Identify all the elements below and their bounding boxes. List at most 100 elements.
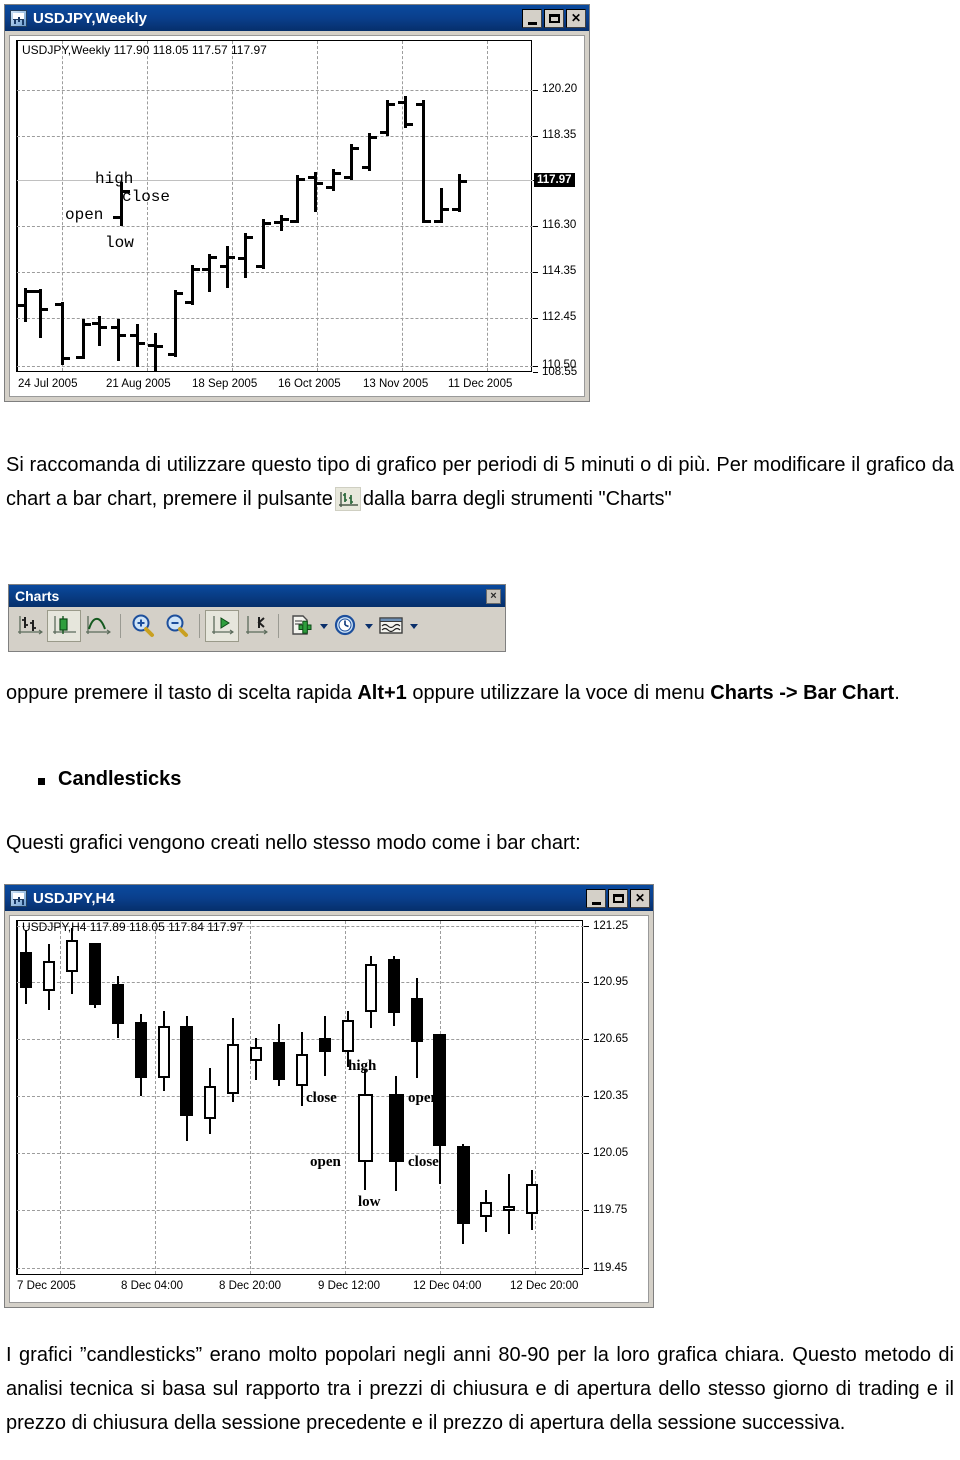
charts-toolbar-titlebar[interactable]: Charts × <box>9 585 505 607</box>
ohlc-bar-open <box>76 356 83 359</box>
ytick-label: 119.45 <box>593 1262 628 1274</box>
paragraph-shortcut: oppure premere il tasto di scelta rapida… <box>6 676 954 710</box>
maximize-button[interactable] <box>544 8 564 28</box>
zoom-out-button[interactable] <box>160 610 194 642</box>
candle-body <box>526 1184 538 1214</box>
auto-scroll-button[interactable] <box>205 610 239 642</box>
ohlc-bar-stem <box>440 188 443 223</box>
ohlc-bar-close <box>424 220 431 223</box>
maximize-button[interactable] <box>608 888 628 908</box>
ohlc-bar-close <box>264 222 271 225</box>
ohlc-bar-stem <box>61 302 64 365</box>
periods-button[interactable] <box>329 610 363 642</box>
candle-body <box>457 1146 470 1224</box>
candlesticks-button[interactable] <box>47 610 81 642</box>
annotation-high: high <box>348 1058 377 1074</box>
candle-body <box>342 1020 354 1052</box>
close-button[interactable]: ✕ <box>630 888 650 908</box>
ohlc-bar-close <box>388 103 395 106</box>
bar-chart-body: USDJPY,Weekly 117.90 118.05 117.57 117.9… <box>5 31 589 401</box>
line-chart-button[interactable] <box>81 610 115 642</box>
xtick-label: 9 Dec 12:00 <box>318 1280 381 1292</box>
candle-chart-body: USDJPY,H4 117.89 118.05 117.84 117.97 12… <box>5 911 653 1307</box>
annotation-low: low <box>105 234 134 252</box>
gridline-v <box>535 921 536 1274</box>
ytick-label: 120.05 <box>593 1147 629 1159</box>
example-candle-up-body <box>358 1094 373 1162</box>
ohlc-bar-open <box>344 176 351 179</box>
paragraph-candlesticks-description: I grafici ”candlesticks” erano molto pop… <box>6 1344 954 1434</box>
annotation-close-right: close <box>408 1154 439 1170</box>
gridline-h <box>17 90 533 91</box>
templates-button[interactable] <box>374 610 408 642</box>
ohlc-bar-open <box>220 265 227 268</box>
gridline-h <box>17 272 533 273</box>
ytick-mark <box>584 982 589 983</box>
candle-chart-canvas[interactable]: USDJPY,H4 117.89 118.05 117.84 117.97 12… <box>9 915 649 1303</box>
gridline-h <box>17 1210 584 1211</box>
candle-chart-window-title: USDJPY,H4 <box>33 889 115 907</box>
bar-chart-titlebar[interactable]: USDJPY,Weekly ✕ <box>5 5 589 31</box>
xtick-label: 16 Oct 2005 <box>278 378 341 390</box>
candle-body <box>43 961 55 991</box>
ytick-label: 112.45 <box>542 311 577 323</box>
ytick-label: 120.20 <box>542 83 578 95</box>
candle-chart-window: USDJPY,H4 ✕ USDJPY,H4 117.89 118.05 117.… <box>4 884 654 1308</box>
bar-chart-ohlc-header: USDJPY,Weekly 117.90 118.05 117.57 117.9… <box>22 43 267 57</box>
ohlc-bar-open <box>55 303 62 306</box>
periods-dropdown-arrow-icon[interactable] <box>363 611 374 641</box>
toolbar-separator <box>120 614 121 638</box>
ohlc-bar-stem <box>422 100 425 223</box>
annotation-open-right: open <box>408 1090 439 1106</box>
gridline-v <box>250 921 251 1274</box>
ytick-label: 108.55 <box>542 366 578 378</box>
charts-toolbar-window: Charts × <box>8 584 506 652</box>
zoom-in-button[interactable] <box>126 610 160 642</box>
mt4-chart-icon <box>10 9 27 27</box>
paragraph-1-text-b: dalla barra degli strumenti "Charts" <box>362 488 672 510</box>
ohlc-bar-close <box>352 147 359 150</box>
xtick-label: 21 Aug 2005 <box>106 378 171 390</box>
ohlc-bar-open <box>274 221 281 224</box>
ohlc-bar-open <box>148 344 155 347</box>
paragraph-2-text-c: . <box>894 682 900 704</box>
xtick-label: 18 Sep 2005 <box>192 378 258 390</box>
ohlc-bar-stem <box>174 290 177 357</box>
xtick-label: 8 Dec 04:00 <box>121 1280 184 1292</box>
candle-body <box>411 998 423 1042</box>
ohlc-bar-open <box>380 131 387 134</box>
candle-body <box>204 1086 216 1119</box>
indicators-dropdown-arrow-icon[interactable] <box>318 611 329 641</box>
bar-chart-canvas[interactable]: USDJPY,Weekly 117.90 118.05 117.57 117.9… <box>9 35 585 397</box>
annotation-open-left: open <box>310 1154 341 1170</box>
ohlc-bar-close <box>406 123 413 126</box>
minimize-button[interactable] <box>522 8 542 28</box>
chart-shift-button[interactable] <box>239 610 273 642</box>
bar-chart-window-controls: ✕ <box>522 8 586 28</box>
ohlc-bar-stem <box>262 219 265 269</box>
ohlc-bar-open <box>111 326 118 329</box>
ohlc-bar-open <box>18 304 25 307</box>
candle-body <box>158 1026 170 1078</box>
indicators-button[interactable] <box>284 610 318 642</box>
ohlc-bar-close <box>210 256 217 259</box>
candle-body <box>365 964 377 1012</box>
paragraph-2-text-b: oppure utilizzare la voce di menu <box>406 682 711 704</box>
bar-chart-button[interactable] <box>13 610 47 642</box>
paragraph-creation: Questi grafici vengono creati nello stes… <box>6 832 581 854</box>
templates-dropdown-arrow-icon[interactable] <box>408 611 419 641</box>
minimize-button[interactable] <box>586 888 606 908</box>
close-button[interactable]: ✕ <box>566 8 586 28</box>
candle-chart-titlebar[interactable]: USDJPY,H4 ✕ <box>5 885 653 911</box>
ohlc-bar-stem <box>296 175 299 223</box>
ytick-mark <box>584 1153 589 1154</box>
ytick-label: 116.30 <box>542 219 577 231</box>
charts-toolbar-close-icon[interactable]: × <box>486 588 501 604</box>
gridline-h <box>17 1268 584 1269</box>
ohlc-bar-open <box>326 186 333 189</box>
ohlc-bar-close <box>442 208 449 211</box>
ohlc-bar-close <box>176 292 183 295</box>
paragraph-recommendation: Si raccomanda di utilizzare questo tipo … <box>6 448 954 516</box>
ohlc-bar-stem <box>154 333 157 372</box>
ytick-mark <box>533 366 538 367</box>
